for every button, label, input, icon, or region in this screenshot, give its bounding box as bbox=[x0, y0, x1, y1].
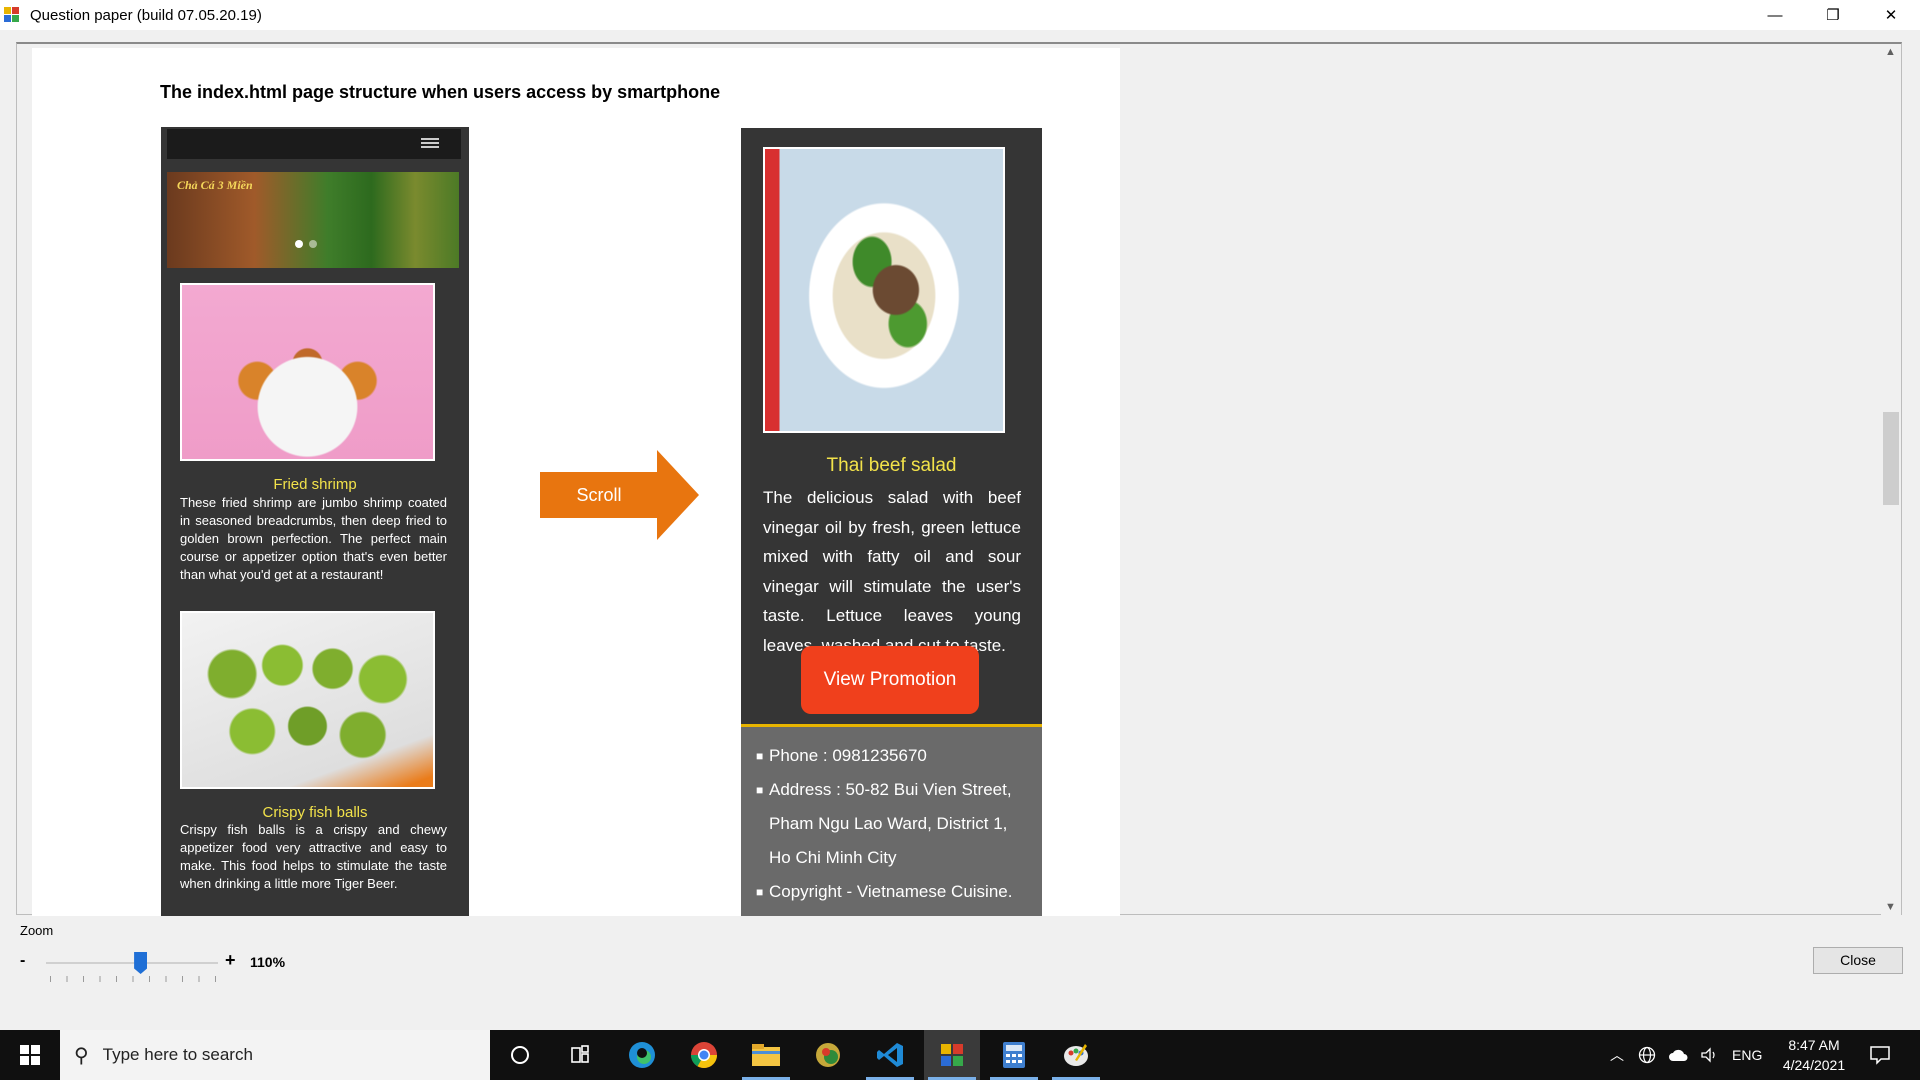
phone-mockup-left: Chả Cá 3 Miền Fried shrimp These fried s… bbox=[161, 127, 469, 916]
scroll-arrow: Scroll bbox=[540, 450, 700, 540]
windows-logo-icon bbox=[20, 1045, 40, 1065]
footer-copyright: ■Copyright - Vietnamese Cuisine. All rig… bbox=[756, 882, 1013, 901]
scroll-down-icon[interactable]: ▼ bbox=[1885, 901, 1896, 913]
search-placeholder: Type here to search bbox=[102, 1045, 253, 1064]
file-explorer-icon[interactable] bbox=[738, 1030, 794, 1080]
document-viewer[interactable]: The index.html page structure when users… bbox=[16, 42, 1902, 916]
chrome-icon[interactable] bbox=[676, 1030, 732, 1080]
crispy-fish-balls-image bbox=[180, 611, 435, 789]
edge-icon[interactable] bbox=[614, 1030, 670, 1080]
close-window-button[interactable]: ✕ bbox=[1862, 0, 1920, 30]
item-title-thai-beef-salad: Thai beef salad bbox=[826, 455, 957, 476]
taskbar-search[interactable]: ⚲ Type here to search bbox=[60, 1030, 490, 1080]
footer-address: ■ Address : 50-82 Bui Vien Street, Pham N… bbox=[756, 780, 1012, 867]
clock[interactable]: 8:47 AM 4/24/2021 bbox=[1766, 1035, 1862, 1075]
zoom-slider-track[interactable] bbox=[46, 962, 218, 964]
taskbar: ⚲ Type here to search ︿ ENG 8:47 AM 4/24… bbox=[0, 1030, 1920, 1080]
app-icon bbox=[4, 7, 20, 23]
item-title-crispy-fish-balls: Crispy fish balls bbox=[262, 804, 368, 821]
paint-icon[interactable] bbox=[1048, 1030, 1104, 1080]
restore-button[interactable]: ❐ bbox=[1804, 0, 1862, 30]
fried-shrimp-image bbox=[180, 283, 435, 461]
item-desc-crispy-fish-balls: Crispy fish balls is a crispy and chewy … bbox=[180, 822, 447, 891]
zoom-slider-thumb[interactable] bbox=[134, 952, 148, 974]
search-icon: ⚲ bbox=[74, 1044, 89, 1067]
language-indicator[interactable]: ENG bbox=[1732, 1047, 1762, 1063]
item-desc-fried-shrimp: These fried shrimp are jumbo shrimp coat… bbox=[180, 495, 447, 582]
cortana-icon[interactable] bbox=[492, 1030, 548, 1080]
show-hidden-icons-icon[interactable]: ︿ bbox=[1610, 1045, 1624, 1065]
item-desc-thai-beef-salad: The delicious salad with beef vinegar oi… bbox=[763, 488, 1021, 655]
clock-time: 8:47 AM bbox=[1788, 1037, 1840, 1053]
start-button[interactable] bbox=[0, 1030, 60, 1080]
footer-phone: ■ Phone : 0981235670 bbox=[756, 746, 927, 765]
zoom-in-button[interactable]: + bbox=[225, 950, 236, 971]
slider-dot bbox=[309, 240, 317, 248]
arrow-right-icon bbox=[657, 450, 699, 540]
scroll-up-icon[interactable]: ▲ bbox=[1885, 46, 1896, 58]
zoom-slider-ticks bbox=[50, 976, 216, 982]
hamburger-menu-icon bbox=[421, 138, 439, 148]
system-tray: ︿ ENG bbox=[1610, 1030, 1762, 1080]
mobile-navbar bbox=[167, 129, 461, 159]
phone-mockup-right: Thai beef salad The delicious salad with… bbox=[741, 128, 1042, 916]
zoom-out-button[interactable]: - bbox=[20, 952, 25, 970]
vscode-icon[interactable] bbox=[862, 1030, 918, 1080]
window-title: Question paper (build 07.05.20.19) bbox=[30, 6, 262, 24]
notification-center-icon[interactable] bbox=[1852, 1030, 1908, 1080]
title-bar: Question paper (build 07.05.20.19) — ❐ ✕ bbox=[0, 0, 1920, 30]
page-heading: The index.html page structure when users… bbox=[160, 82, 721, 102]
slider-dot-active bbox=[295, 240, 303, 248]
scrollbar-thumb[interactable] bbox=[1883, 412, 1899, 505]
task-view-icon[interactable] bbox=[552, 1030, 608, 1080]
browser-icon[interactable] bbox=[800, 1030, 856, 1080]
onedrive-cloud-icon[interactable] bbox=[1668, 1047, 1688, 1063]
close-button[interactable]: Close bbox=[1813, 947, 1903, 974]
document-page: The index.html page structure when users… bbox=[32, 48, 1120, 916]
network-globe-icon[interactable] bbox=[1638, 1046, 1656, 1064]
mobile-footer: ■ Phone : 0981235670 ■ Address : 50-82 Bui… bbox=[741, 724, 1042, 916]
exam-app-icon[interactable] bbox=[924, 1030, 980, 1080]
vertical-scrollbar[interactable]: ▲ ▼ bbox=[1881, 44, 1901, 915]
banner-image: Chả Cá 3 Miền bbox=[167, 172, 459, 268]
clock-date: 4/24/2021 bbox=[1782, 1057, 1846, 1073]
banner-logo-text: Chả Cá 3 Miền bbox=[177, 178, 253, 192]
item-title-fried-shrimp: Fried shrimp bbox=[273, 476, 357, 493]
volume-icon[interactable] bbox=[1700, 1047, 1718, 1063]
zoom-value: 110% bbox=[250, 954, 286, 970]
calculator-icon[interactable] bbox=[986, 1030, 1042, 1080]
scroll-arrow-label: Scroll bbox=[576, 485, 622, 505]
view-promotion-food-button: View Promotion Food bbox=[801, 646, 979, 758]
minimize-button[interactable]: — bbox=[1746, 0, 1804, 30]
thai-beef-salad-image bbox=[763, 147, 1005, 433]
zoom-label: Zoom bbox=[20, 923, 54, 938]
